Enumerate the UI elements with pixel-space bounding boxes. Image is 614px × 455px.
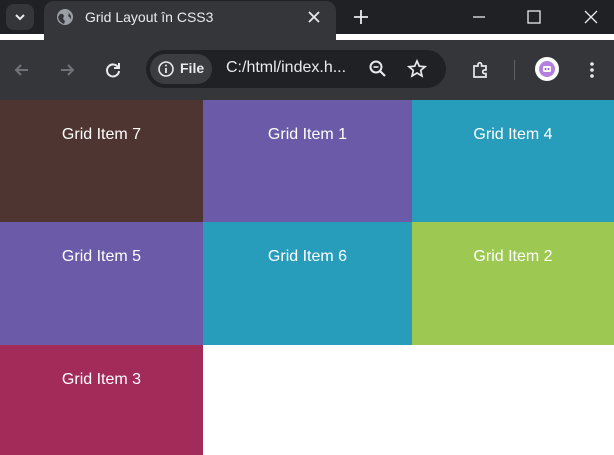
tab-search-button[interactable]: [6, 4, 34, 30]
grid-item-label: Grid Item 2: [473, 248, 553, 265]
browser-toolbar: File C:/html/index.h...: [0, 40, 614, 100]
grid-item-label: Grid Item 5: [61, 248, 142, 265]
grid-item-label: Grid Item 1: [267, 126, 348, 143]
toolbar-divider: [514, 60, 515, 80]
grid-item-label: Grid Item 3: [61, 371, 142, 388]
reload-icon[interactable]: [103, 60, 123, 80]
back-arrow-icon[interactable]: [12, 60, 32, 80]
profile-avatar-icon: [539, 61, 555, 77]
minimize-icon[interactable]: [470, 8, 488, 26]
grid-item: Grid Item 6: [203, 222, 412, 345]
url-text[interactable]: C:/html/index.h...: [226, 59, 346, 77]
grid-item: Grid Item 3: [0, 345, 203, 455]
grid-item-label: Grid Item 7: [61, 126, 142, 143]
site-chip-label: File: [180, 60, 205, 76]
star-icon[interactable]: [407, 59, 427, 79]
avatar[interactable]: [535, 57, 559, 81]
grid-item: Grid Item 5: [0, 222, 203, 345]
grid-item: Grid Item 2: [412, 222, 614, 345]
zoom-icon[interactable]: [368, 59, 388, 79]
title-bar: Grid Layout în CSS3: [0, 0, 614, 40]
grid-container: Grid Item 7 Grid Item 1 Grid Item 4 Grid…: [0, 100, 614, 455]
grid-item-label: Grid Item 6: [267, 248, 348, 265]
forward-arrow-icon[interactable]: [57, 60, 77, 80]
grid-item: Grid Item 1: [203, 100, 412, 222]
plus-icon[interactable]: [352, 8, 370, 26]
maximize-icon[interactable]: [525, 8, 543, 26]
chevron-down-icon: [15, 14, 25, 21]
more-vert-icon[interactable]: [582, 60, 602, 80]
puzzle-icon[interactable]: [471, 60, 491, 80]
address-bar[interactable]: File C:/html/index.h...: [146, 50, 446, 88]
close-window-icon[interactable]: [582, 8, 600, 26]
site-info-chip[interactable]: File: [150, 54, 212, 84]
info-icon: [158, 61, 174, 77]
grid-item-label: Grid Item 4: [473, 126, 553, 143]
tab-title: Grid Layout în CSS3: [85, 9, 214, 25]
close-icon[interactable]: [306, 9, 322, 25]
grid-item: Grid Item 4: [412, 100, 614, 222]
globe-icon: [57, 9, 73, 25]
active-tab[interactable]: Grid Layout în CSS3: [44, 1, 336, 40]
grid-item: Grid Item 7: [0, 100, 203, 222]
